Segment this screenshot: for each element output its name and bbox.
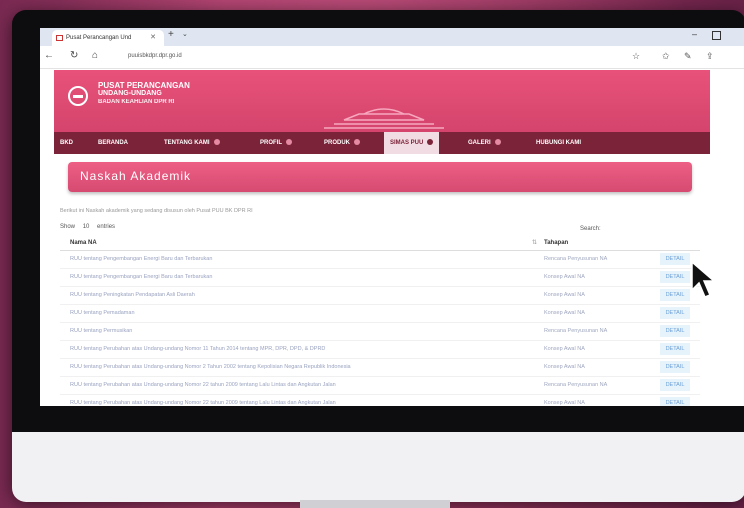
tab-title: Pusat Perancangan Und bbox=[66, 35, 132, 41]
table-row: RUU tentang Pemadaman Konsep Awal NA DETAI… bbox=[60, 305, 700, 323]
address-bar: ← ↻ ⌂ puuisbkdpr.dpr.go.id ☆ ✩ ✎ ⇪ bbox=[40, 46, 744, 69]
tab-bar: Pusat Perancangan Und ✕ + ⌄ – bbox=[40, 28, 744, 46]
dropdown-icon bbox=[354, 139, 361, 146]
nav-beranda[interactable]: BERANDA bbox=[98, 132, 128, 154]
chevron-down-icon[interactable]: ⌄ bbox=[182, 30, 188, 38]
table-row: RUU tentang Pengembangan Energi Baru dan… bbox=[60, 269, 700, 287]
monitor-chin bbox=[12, 432, 744, 502]
table-row: RUU tentang Perubahan atas Undang-undang… bbox=[60, 341, 700, 359]
entries-select[interactable]: 10 bbox=[83, 224, 90, 230]
table-row: RUU tentang Perubahan atas Undang-undang… bbox=[60, 359, 700, 377]
browser-tab[interactable]: Pusat Perancangan Und ✕ bbox=[52, 30, 164, 46]
dropdown-icon bbox=[494, 139, 501, 146]
detail-button[interactable]: DETAIL bbox=[660, 379, 690, 391]
site-header: PUSAT PERANCANGAN UNDANG-UNDANG BADAN KE… bbox=[54, 70, 710, 132]
maximize-icon[interactable] bbox=[712, 31, 721, 40]
dpr-logo-icon[interactable] bbox=[68, 86, 88, 106]
table-row: RUU tentang Pengembangan Energi Baru dan… bbox=[60, 251, 700, 269]
back-icon[interactable]: ← bbox=[44, 50, 54, 61]
naskah-table: Nama NA ⇅ Tahapan RUU tentang Pengembang… bbox=[60, 236, 700, 406]
nav-simas-puu[interactable]: SIMAS PUU bbox=[384, 132, 440, 154]
brand-line-3: BADAN KEAHLIAN DPR RI bbox=[98, 99, 175, 105]
detail-button[interactable]: DETAIL bbox=[660, 343, 690, 355]
site-brand[interactable]: PUSAT PERANCANGAN UNDANG-UNDANG BADAN KE… bbox=[98, 82, 190, 106]
close-icon[interactable]: ✕ bbox=[150, 30, 156, 46]
dropdown-icon bbox=[213, 139, 220, 146]
detail-button[interactable]: DETAIL bbox=[660, 361, 690, 373]
detail-button[interactable]: DETAIL bbox=[660, 397, 690, 406]
home-icon[interactable]: ⌂ bbox=[92, 50, 98, 61]
monitor-stand bbox=[300, 500, 450, 508]
dropdown-icon bbox=[427, 139, 434, 146]
pen-icon[interactable]: ✎ bbox=[684, 51, 692, 62]
minimize-icon[interactable]: – bbox=[692, 29, 697, 39]
favorites-icon[interactable]: ✩ bbox=[662, 51, 670, 62]
detail-button[interactable]: DETAIL bbox=[660, 271, 690, 283]
url-field[interactable]: puuisbkdpr.dpr.go.id bbox=[128, 53, 182, 59]
nav-tentang-kami[interactable]: TENTANG KAMI bbox=[164, 132, 220, 154]
parliament-building-icon bbox=[324, 108, 444, 129]
detail-button[interactable]: DETAIL bbox=[660, 325, 690, 337]
detail-button[interactable]: DETAIL bbox=[660, 289, 690, 301]
column-tahapan[interactable]: Tahapan bbox=[544, 240, 568, 246]
table-row: RUU tentang Perubahan atas Undang-undang… bbox=[60, 377, 700, 395]
table-row: RUU tentang Perubahan atas Undang-undang… bbox=[60, 395, 700, 406]
search-label: Search: bbox=[580, 226, 601, 232]
sort-icon[interactable]: ⇅ bbox=[532, 239, 537, 246]
nav-hubungi-kami[interactable]: HUBUNGI KAMI bbox=[536, 132, 581, 154]
table-row: RUU tentang Peningkatan Pendapatan Asli … bbox=[60, 287, 700, 305]
show-entries: Show 10 entries bbox=[60, 224, 116, 230]
intro-text: Berikut ini Naskah akademik yang sedang … bbox=[60, 208, 253, 214]
refresh-icon[interactable]: ↻ bbox=[70, 50, 78, 61]
browser-window: Pusat Perancangan Und ✕ + ⌄ – ← ↻ ⌂ puui… bbox=[40, 28, 744, 406]
nav-profil[interactable]: PROFIL bbox=[260, 132, 292, 154]
detail-button[interactable]: DETAIL bbox=[660, 253, 690, 265]
nav-bkd[interactable]: BKD bbox=[60, 132, 73, 154]
main-nav: BKD BERANDA TENTANG KAMI PROFIL PRODUK S… bbox=[54, 132, 710, 154]
favorite-star-icon[interactable]: ☆ bbox=[632, 51, 640, 62]
column-nama-na[interactable]: Nama NA bbox=[70, 240, 97, 246]
detail-button[interactable]: DETAIL bbox=[660, 307, 690, 319]
share-icon[interactable]: ⇪ bbox=[706, 51, 714, 62]
brand-line-1: PUSAT PERANCANGAN bbox=[98, 81, 190, 90]
table-row: RUU tentang Permusikan Rencana Penyusunan… bbox=[60, 323, 700, 341]
table-header: Nama NA ⇅ Tahapan bbox=[60, 236, 700, 251]
favicon-icon bbox=[56, 35, 63, 41]
nav-produk[interactable]: PRODUK bbox=[324, 132, 361, 154]
page-title-banner: Naskah Akademik bbox=[68, 162, 692, 192]
dropdown-icon bbox=[286, 139, 292, 146]
nav-galeri[interactable]: GALERI bbox=[468, 132, 501, 154]
brand-line-2: UNDANG-UNDANG bbox=[98, 90, 162, 97]
page-title: Naskah Akademik bbox=[80, 169, 192, 183]
new-tab-icon[interactable]: + bbox=[168, 29, 174, 40]
mouse-cursor-icon bbox=[691, 260, 717, 298]
